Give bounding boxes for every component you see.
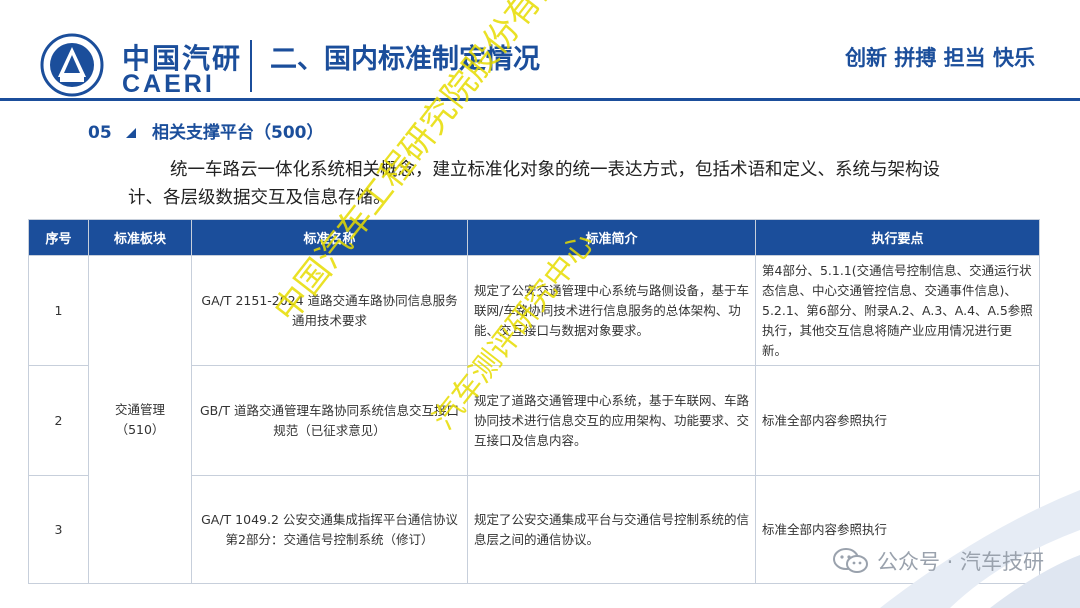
standard-intro: 规定了公安交通集成平台与交通信号控制系统的信息层之间的通信协议。	[467, 475, 756, 584]
col-header-points: 执行要点	[755, 219, 1040, 256]
wechat-account: 公众号 · 汽车技研	[832, 546, 1044, 576]
col-header-block: 标准板块	[88, 219, 192, 256]
triangle-icon	[126, 128, 136, 138]
row-number: 1	[28, 255, 89, 366]
section-heading: 05 相关支撑平台（500）	[88, 118, 324, 143]
col-header-intro: 标准简介	[467, 219, 756, 256]
header-divider	[250, 40, 252, 92]
row-number: 3	[28, 475, 89, 584]
header-rule	[0, 98, 1080, 101]
col-header-name: 标准名称	[191, 219, 468, 256]
standard-name: GB/T 道路交通管理车路协同系统信息交互接口规范（已征求意见）	[191, 365, 468, 476]
standard-name: GA/T 1049.2 公安交通集成指挥平台通信协议 第2部分：交通信号控制系统…	[191, 475, 468, 584]
header: 中国汽研 CAERI 二、国内标准制定情况 创新 拼搏 担当 快乐	[0, 0, 1080, 105]
standard-name: GA/T 2151-2024 道路交通车路协同信息服务通用技术要求	[191, 255, 468, 366]
table-header-row: 序号 标准板块 标准名称 标准简介 执行要点	[28, 219, 1040, 256]
decorative-swoosh	[880, 490, 1080, 608]
execution-points: 标准全部内容参照执行	[755, 365, 1040, 476]
row-number: 2	[28, 365, 89, 476]
page-title: 二、国内标准制定情况	[270, 44, 540, 75]
caeri-logo-icon	[40, 33, 104, 97]
section-title: 相关支撑平台（500）	[152, 123, 324, 143]
col-header-no: 序号	[28, 219, 89, 256]
execution-points: 第4部分、5.1.1(交通信号控制信息、交通运行状态信息、中心交通管控信息、交通…	[755, 255, 1040, 366]
standard-intro: 规定了道路交通管理中心系统，基于车联网、车路协同技术进行信息交互的应用架构、功能…	[467, 365, 756, 476]
slogan: 创新 拼搏 担当 快乐	[845, 46, 1035, 70]
brand-name-en: CAERI	[122, 70, 215, 98]
section-number: 05	[88, 123, 112, 143]
wechat-label: 公众号 · 汽车技研	[876, 550, 1044, 574]
wechat-icon	[832, 548, 868, 573]
standard-block: 交通管理 （510）	[88, 255, 192, 584]
intro-paragraph: 统一车路云一体化系统相关概念，建立标准化对象的统一表达方式，包括术语和定义、系统…	[128, 160, 940, 208]
